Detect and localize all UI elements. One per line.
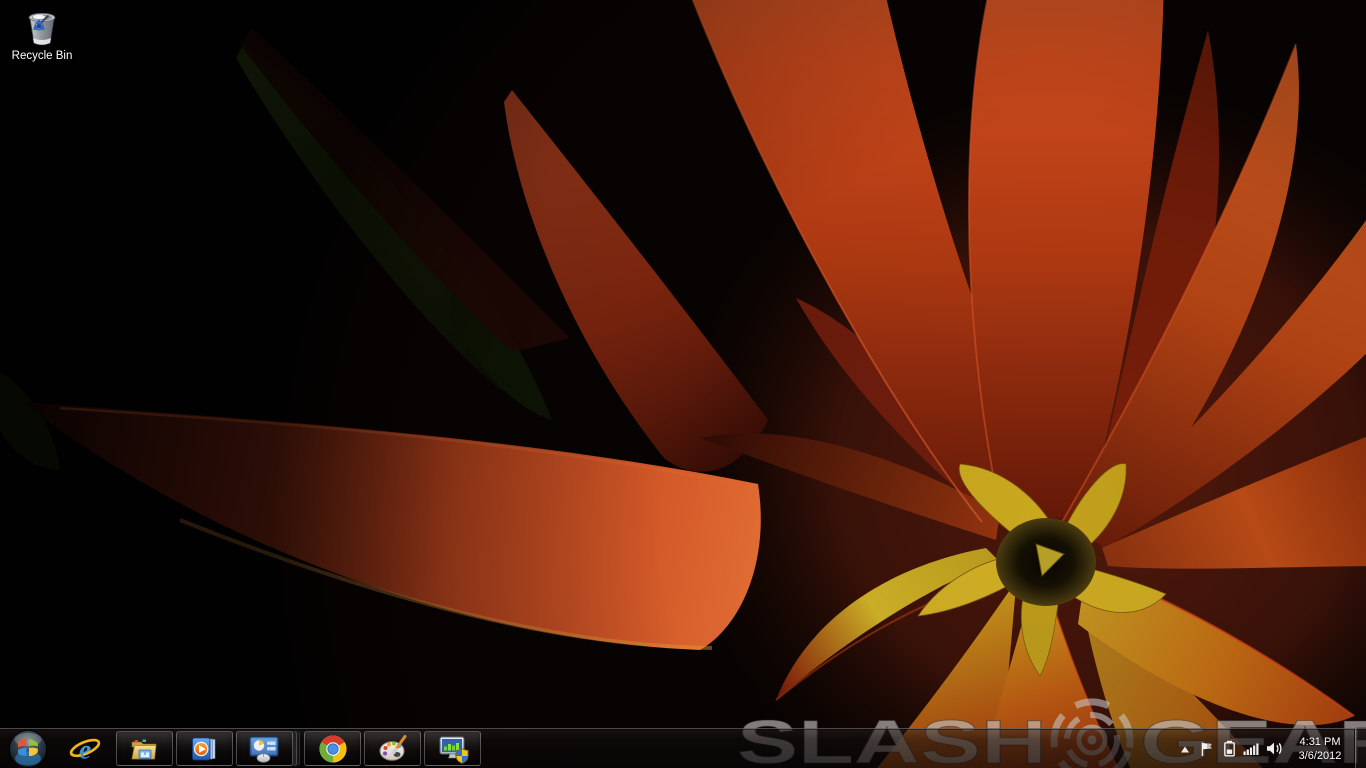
recycle-bin-icon <box>19 5 65 49</box>
taskbar-item-windows-explorer[interactable] <box>116 731 173 766</box>
action-center-flag-icon[interactable] <box>1196 729 1218 768</box>
monitor-shield-icon <box>437 734 469 764</box>
taskbar-item-google-chrome[interactable] <box>304 731 361 766</box>
desktop-icon-recycle-bin[interactable]: Recycle Bin <box>3 5 81 63</box>
folder-icon <box>129 734 159 764</box>
ie-icon: e <box>68 733 102 765</box>
paint-icon <box>378 734 408 764</box>
wallpaper-bromeliad-flower: SLASH GEAR <box>0 0 1366 768</box>
svg-text:e: e <box>79 733 91 764</box>
taskbar-item-internet-explorer[interactable]: e <box>56 729 114 768</box>
chrome-icon <box>318 734 348 764</box>
desktop: SLASH GEAR <box>0 0 1366 768</box>
taskbar-item-system-utility[interactable] <box>424 731 481 766</box>
control-panel-icon <box>248 734 280 764</box>
show-hidden-icons-button[interactable] <box>1174 729 1196 768</box>
recycle-bin-label: Recycle Bin <box>12 50 73 63</box>
taskbar-clock[interactable]: 4:31 PM 3/6/2012 <box>1286 735 1354 763</box>
start-button[interactable] <box>0 729 56 768</box>
taskbar-item-control-panel[interactable] <box>236 731 293 766</box>
taskbar-item-windows-media-player[interactable] <box>176 731 233 766</box>
taskbar: e <box>0 728 1366 768</box>
chevron-up-triangle-icon <box>1179 744 1191 754</box>
show-desktop-button[interactable] <box>1354 729 1366 768</box>
system-tray: 4:31 PM 3/6/2012 <box>1174 729 1366 768</box>
media-player-icon <box>189 734 219 764</box>
volume-icon[interactable] <box>1263 729 1286 768</box>
clock-time: 4:31 PM <box>1289 735 1351 749</box>
vignette <box>0 0 1366 768</box>
battery-icon[interactable] <box>1218 729 1240 768</box>
wireless-signal-icon[interactable] <box>1240 729 1263 768</box>
windows-start-orb-icon <box>7 729 49 768</box>
clock-date: 3/6/2012 <box>1289 749 1351 763</box>
taskbar-item-paint[interactable] <box>364 731 421 766</box>
